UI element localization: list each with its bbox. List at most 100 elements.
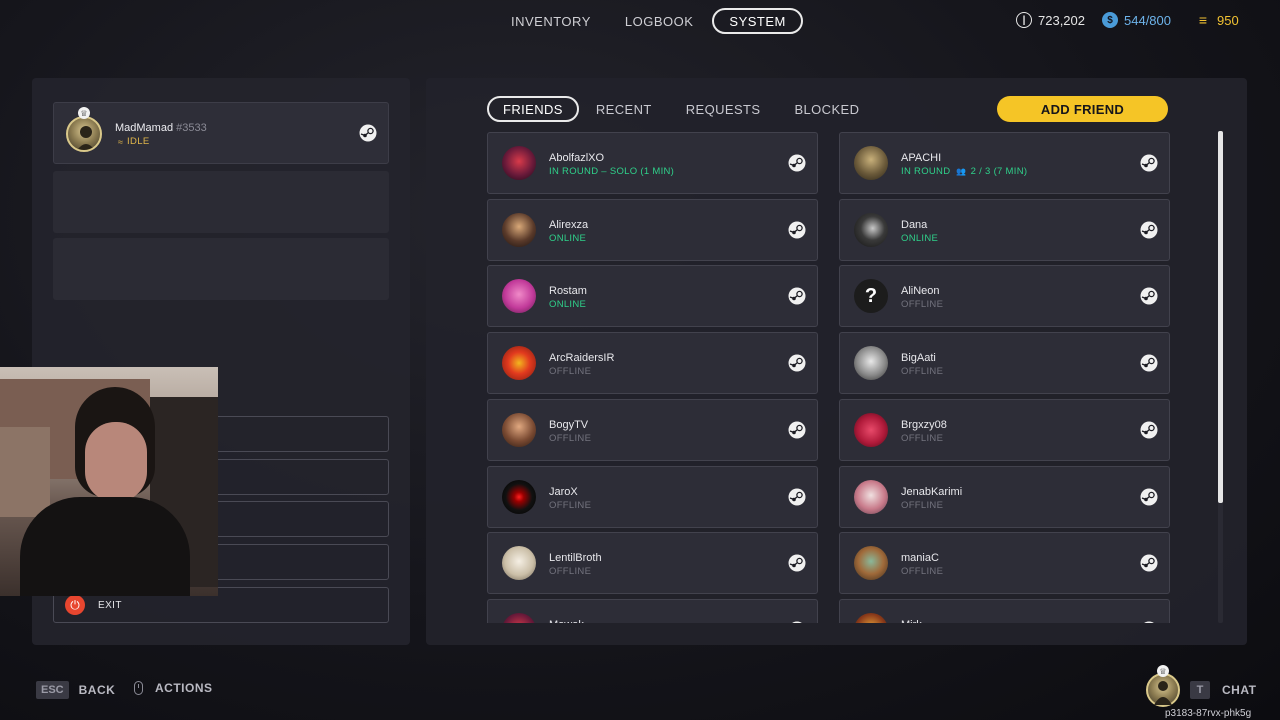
friend-card[interactable]: APACHI IN ROUND 👥 2 / 3 (7 MIN) xyxy=(839,132,1170,194)
tab-recent[interactable]: RECENT xyxy=(579,96,669,122)
friend-card[interactable]: Rostam ONLINE xyxy=(487,265,818,328)
friends-tabs: FRIENDS RECENT REQUESTS BLOCKED xyxy=(487,96,876,122)
friend-card[interactable]: Mirk xyxy=(839,598,1170,623)
friend-avatar xyxy=(502,346,536,381)
friend-status: OFFLINE xyxy=(901,433,943,444)
friend-status: OFFLINE xyxy=(901,566,943,577)
friend-avatar xyxy=(502,546,536,581)
friend-status: OFFLINE xyxy=(549,566,591,577)
chat-hint[interactable]: T CHAT xyxy=(1190,681,1256,699)
tab-inventory[interactable]: INVENTORY xyxy=(496,8,606,34)
steam-icon[interactable] xyxy=(788,221,806,239)
friend-card[interactable]: BigAati OFFLINE xyxy=(839,332,1170,395)
friend-status: OFFLINE xyxy=(901,500,943,511)
steam-icon[interactable] xyxy=(788,488,806,506)
friend-name: Alirexza xyxy=(549,218,589,231)
steam-icon[interactable] xyxy=(1140,354,1158,372)
friend-status: ONLINE xyxy=(549,299,586,310)
friend-status: OFFLINE xyxy=(549,366,591,377)
friend-card[interactable]: BogyTV OFFLINE xyxy=(487,398,818,461)
friend-status-text: ONLINE xyxy=(901,232,939,244)
friend-status-text: OFFLINE xyxy=(901,366,944,378)
friends-scrollbar[interactable] xyxy=(1218,131,1223,623)
tab-friends[interactable]: FRIENDS xyxy=(487,96,579,122)
back-hint[interactable]: ESC BACK xyxy=(36,681,115,699)
friend-name: Brgxzy08 xyxy=(901,418,947,431)
profile-tag: #3533 xyxy=(176,122,207,134)
profile-avatar xyxy=(66,116,102,152)
profile-name-row: MadMamad #3533 xyxy=(115,122,207,134)
friend-avatar xyxy=(502,146,536,180)
cred-icon: $ xyxy=(1102,12,1118,28)
top-nav: INVENTORY LOGBOOK SYSTEM xyxy=(496,8,803,34)
webcam-overlay xyxy=(0,367,218,596)
friend-card[interactable]: AbolfazlXO IN ROUND – SOLO (1 MIN) xyxy=(487,132,818,194)
chat-label: CHAT xyxy=(1222,683,1257,697)
tokens-value: 950 xyxy=(1217,12,1239,28)
friend-card[interactable]: Alirexza ONLINE xyxy=(487,198,818,261)
chat-avatar[interactable] xyxy=(1146,673,1180,707)
friend-card[interactable]: LentilBroth OFFLINE xyxy=(487,532,818,595)
tab-blocked[interactable]: BLOCKED xyxy=(777,96,876,122)
steam-icon[interactable] xyxy=(1140,287,1158,305)
tab-system[interactable]: SYSTEM xyxy=(712,8,803,34)
profile-card[interactable]: ♕ MadMamad #3533 ≈ IDLE xyxy=(53,102,389,164)
steam-icon[interactable] xyxy=(1140,621,1158,623)
actions-hint[interactable]: ACTIONS xyxy=(134,681,213,695)
back-label: BACK xyxy=(78,683,116,697)
friend-status: OFFLINE xyxy=(901,299,943,310)
steam-icon[interactable] xyxy=(1140,421,1158,439)
friend-card[interactable]: ? AliNeon OFFLINE xyxy=(839,265,1170,328)
friend-status: OFFLINE xyxy=(549,433,591,444)
steam-icon[interactable] xyxy=(1140,154,1158,172)
friend-avatar xyxy=(502,279,536,314)
empty-party-slot[interactable] xyxy=(53,238,389,300)
steam-icon[interactable] xyxy=(1140,221,1158,239)
steam-icon[interactable] xyxy=(788,287,806,305)
friend-status-text: OFFLINE xyxy=(549,432,592,444)
friend-card[interactable]: JenabKarimi OFFLINE xyxy=(839,465,1170,528)
steam-icon[interactable] xyxy=(788,421,806,439)
session-code: p3183-87rvx-phk5g xyxy=(1165,708,1252,719)
friend-card[interactable]: maniaC OFFLINE xyxy=(839,532,1170,595)
friend-status-text: OFFLINE xyxy=(549,499,592,511)
party-size: 2 / 3 (7 MIN) xyxy=(970,166,1028,177)
empty-party-slot[interactable] xyxy=(53,171,389,233)
scrollbar-thumb[interactable] xyxy=(1218,131,1223,503)
friend-name: ArcRaidersIR xyxy=(549,352,615,365)
steam-icon[interactable] xyxy=(788,354,806,372)
friend-card[interactable]: Dana ONLINE xyxy=(839,198,1170,261)
friend-card[interactable]: Brgxzy08 OFFLINE xyxy=(839,398,1170,461)
friend-avatar xyxy=(854,412,888,447)
friend-status: IN ROUND 👥 2 / 3 (7 MIN) xyxy=(901,166,1027,177)
coins-counter: | 723,202 xyxy=(1016,12,1085,28)
friend-avatar xyxy=(854,146,888,180)
coin-icon: | xyxy=(1016,12,1032,28)
profile-status-row: ≈ IDLE xyxy=(118,136,150,147)
friend-card[interactable]: ArcRaidersIR OFFLINE xyxy=(487,332,818,395)
token-icon: ≡ xyxy=(1198,12,1208,28)
steam-icon[interactable] xyxy=(788,554,806,572)
friend-status-text: IN ROUND – SOLO (1 MIN) xyxy=(549,166,675,177)
friend-name: JaroX xyxy=(549,485,578,498)
tab-logbook[interactable]: LOGBOOK xyxy=(610,8,709,34)
friend-status-text: ONLINE xyxy=(549,232,587,244)
steam-icon[interactable] xyxy=(788,621,806,623)
tab-requests[interactable]: REQUESTS xyxy=(669,96,778,122)
friend-avatar xyxy=(854,479,888,514)
steam-icon[interactable] xyxy=(359,124,377,142)
question-icon: ? xyxy=(864,284,878,307)
steam-icon[interactable] xyxy=(788,154,806,172)
friend-card[interactable]: JaroX OFFLINE xyxy=(487,465,818,528)
raider-tokens-counter: ≡ 950 xyxy=(1195,12,1239,28)
steam-icon[interactable] xyxy=(1140,488,1158,506)
friend-status: IN ROUND – SOLO (1 MIN) xyxy=(549,166,674,177)
chat-crown-icon: ♕ xyxy=(1157,665,1169,677)
profile-name: MadMamad xyxy=(115,122,174,134)
friend-name: APACHI xyxy=(901,152,942,164)
friend-name: BigAati xyxy=(901,352,936,365)
friends-list[interactable]: AbolfazlXO IN ROUND – SOLO (1 MIN) APACHI I… xyxy=(486,131,1176,623)
steam-icon[interactable] xyxy=(1140,554,1158,572)
friend-card[interactable]: Mowak xyxy=(487,598,818,623)
add-friend-button[interactable]: ADD FRIEND xyxy=(997,96,1168,122)
